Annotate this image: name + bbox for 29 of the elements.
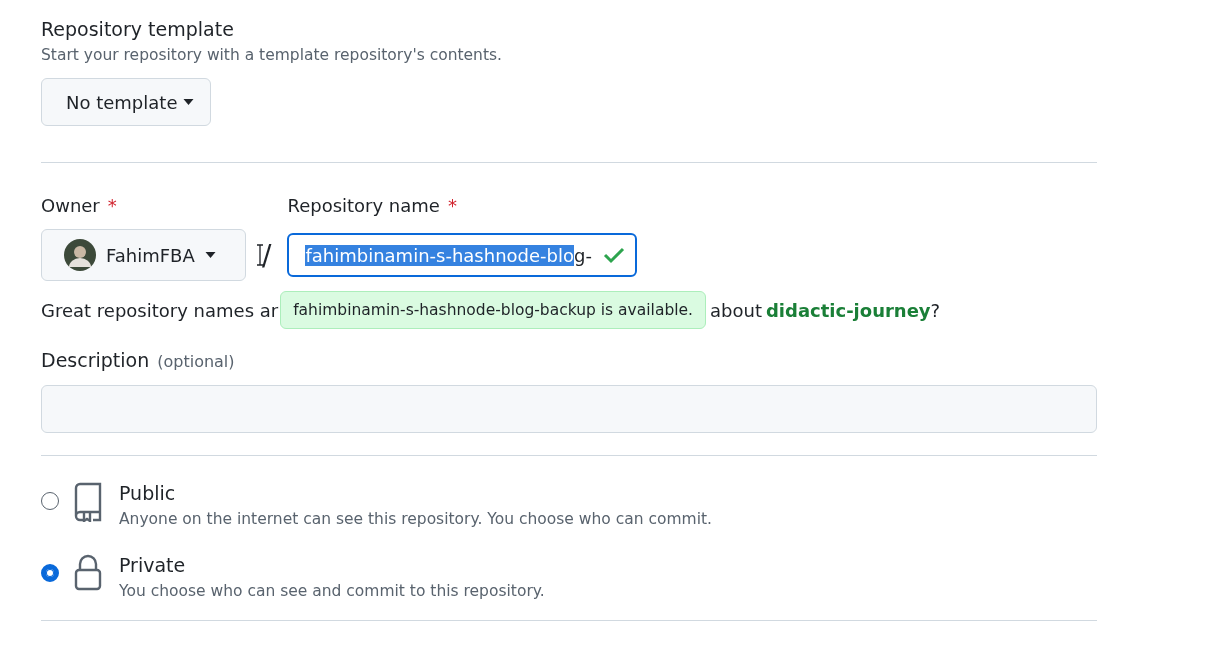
description-label: Description [41,349,150,371]
question-mark: ? [930,299,941,321]
avatar-icon [64,239,96,271]
repository-name-label: Repository name [287,195,440,216]
suggestion-link[interactable]: didactic-journey [765,299,931,321]
helper-text: Great repository names ar [41,299,279,321]
helper-text: about [710,299,762,321]
caret-icon [204,252,216,258]
option-description: You choose who can see and commit to this repository. [119,582,545,600]
section-description: Start your repository with a template repository's contents. [41,46,503,64]
option-title: Public [119,482,177,504]
lock-icon [73,554,103,592]
caret-icon [183,99,195,105]
repository-name-field[interactable]: fahimbinamin-s-hashnode-blog- [287,233,638,277]
option-title: Private [119,554,187,576]
required-mark: * [107,195,117,216]
availability-tooltip: fahimbinamin-s-hashnode-blog-backup is available. [280,291,706,329]
book-icon [73,482,103,522]
owner-separator: / [262,238,272,272]
owner-label: Owner [41,195,100,216]
description-field[interactable] [41,385,1097,433]
text-cursor-icon [256,244,264,266]
template-dropdown[interactable]: No template [41,78,212,126]
optional-hint: (optional) [157,352,235,371]
option-description: Anyone on the internet can see this repository. You choose who can commit. [119,510,712,528]
owner-dropdown[interactable]: FahimFBA [41,229,246,281]
section-title: Repository template [41,18,235,40]
required-mark: * [447,195,457,216]
radio-button[interactable] [41,564,59,582]
